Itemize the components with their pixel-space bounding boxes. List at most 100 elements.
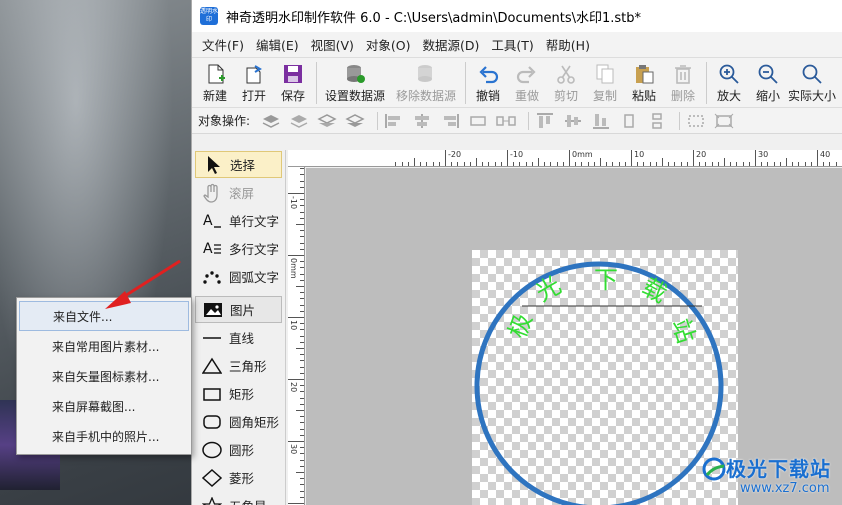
copy-button[interactable]: 复制: [586, 62, 624, 104]
ruler-tick: [288, 379, 304, 380]
watermark-design: 极 光 下 载 站: [474, 261, 724, 505]
save-button[interactable]: 保存: [274, 62, 312, 104]
single-text-icon: A: [201, 211, 223, 231]
new-file-icon: [202, 62, 228, 86]
site-watermark-url: www.xz7.com: [740, 481, 830, 496]
tool-arc-text[interactable]: 圆弧文字: [195, 263, 282, 290]
tool-multi-text[interactable]: A 多行文字: [195, 235, 282, 262]
align-bottom-icon[interactable]: [590, 112, 612, 130]
set-datasource-button[interactable]: 设置数据源: [320, 62, 390, 104]
align-center-icon[interactable]: [411, 112, 433, 130]
align-right-icon[interactable]: [439, 112, 461, 130]
triangle-icon: [201, 356, 223, 376]
same-size-icon[interactable]: [713, 112, 735, 130]
ruler-label: 20: [696, 150, 707, 159]
remove-datasource-button[interactable]: 移除数据源: [391, 62, 461, 104]
ruler-tick: [300, 242, 304, 244]
menu-view[interactable]: 视图(V): [305, 35, 360, 54]
ruler-tick: [300, 279, 304, 281]
vertical-spacing-icon[interactable]: [646, 112, 668, 130]
zoom-out-button[interactable]: 缩小: [749, 62, 787, 104]
tool-scroll[interactable]: 滚屏: [195, 179, 282, 206]
tool-select[interactable]: 选择: [195, 151, 282, 178]
same-width-icon[interactable]: [685, 112, 707, 130]
menu-datasource[interactable]: 数据源(D): [417, 35, 486, 54]
tool-ellipse[interactable]: 圆形: [195, 436, 282, 463]
equal-spacing-icon[interactable]: [495, 112, 517, 130]
ruler-tick: [300, 447, 304, 449]
ruler-tick: [300, 385, 304, 387]
open-button[interactable]: 打开: [235, 62, 273, 104]
bring-forward-icon[interactable]: [288, 112, 310, 130]
ruler-tick: [779, 162, 781, 166]
ruler-tick: [767, 162, 769, 166]
objbar-separator: [377, 111, 379, 130]
ruler-tick: [288, 255, 304, 256]
cut-button[interactable]: 剪切: [547, 62, 585, 104]
ruler-tick: [655, 162, 657, 166]
ruler-tick: [414, 158, 415, 166]
bring-to-front-icon[interactable]: [260, 112, 282, 130]
tool-line[interactable]: 直线: [195, 324, 282, 351]
vertical-ruler: -10 0mm 10 20 30: [288, 167, 305, 505]
tool-pentagram[interactable]: 五角星: [195, 492, 282, 505]
ruler-tick: [792, 162, 794, 166]
tool-image[interactable]: 图片: [195, 296, 282, 323]
menu-from-common-images[interactable]: 来自常用图片素材...: [19, 331, 189, 361]
menu-edit[interactable]: 编辑(E): [250, 35, 305, 54]
set-datasource-label: 设置数据源: [324, 89, 385, 103]
annotation-arrow: [105, 259, 181, 309]
ruler-tick: [469, 162, 471, 166]
ruler-label: -10: [510, 150, 524, 159]
delete-button[interactable]: 删除: [664, 62, 702, 104]
new-button[interactable]: 新建: [196, 62, 234, 104]
stamp-char: 载: [637, 273, 671, 309]
tool-multi-text-label: 多行文字: [229, 242, 280, 257]
ruler-tick: [296, 348, 304, 349]
send-to-back-icon[interactable]: [344, 112, 366, 130]
ruler-tick: [300, 496, 304, 498]
align-top-icon[interactable]: [534, 112, 556, 130]
ruler-tick: [300, 490, 304, 492]
ruler-tick: [606, 162, 608, 166]
tool-rectangle[interactable]: 矩形: [195, 380, 282, 407]
redo-button[interactable]: 重做: [508, 62, 546, 104]
menu-from-vector-icons[interactable]: 来自矢量图标素材...: [19, 361, 189, 391]
ruler-tick: [300, 360, 304, 362]
tool-rounded-rect[interactable]: 圆角矩形: [195, 408, 282, 435]
tool-single-text[interactable]: A 单行文字: [195, 207, 282, 234]
zoom-out-icon: [755, 62, 781, 86]
align-middle-icon[interactable]: [562, 112, 584, 130]
ruler-tick: [438, 162, 440, 166]
tool-diamond[interactable]: 菱形: [195, 464, 282, 491]
distribute-vertical-icon[interactable]: [618, 112, 640, 130]
ruler-tick: [300, 341, 304, 343]
copy-label: 复制: [592, 89, 617, 103]
undo-button[interactable]: 撤销: [469, 62, 507, 104]
scissors-icon: [553, 62, 579, 86]
ruler-tick: [395, 162, 397, 166]
toolbar-separator: [465, 62, 466, 104]
menu-object[interactable]: 对象(O): [360, 35, 417, 54]
open-file-icon: [241, 62, 267, 86]
database-remove-icon: [413, 62, 439, 86]
zoom-in-button[interactable]: 放大: [710, 62, 748, 104]
paste-button[interactable]: 粘贴: [625, 62, 663, 104]
ruler-tick: [798, 162, 800, 166]
watermark-paper[interactable]: 极 光 下 载 站: [472, 250, 738, 505]
distribute-horizontal-icon[interactable]: [467, 112, 489, 130]
menu-file[interactable]: 文件(F): [196, 35, 250, 54]
align-left-icon[interactable]: [383, 112, 405, 130]
menu-tools[interactable]: 工具(T): [485, 35, 539, 54]
ruler-tick: [300, 416, 304, 418]
stamp-circle: [474, 261, 724, 505]
stamp-char: 下: [594, 266, 618, 294]
menu-help[interactable]: 帮助(H): [540, 35, 596, 54]
new-label: 新建: [202, 89, 227, 103]
menu-from-phone-photos[interactable]: 来自手机中的照片...: [19, 421, 189, 451]
ruler-tick: [300, 434, 304, 436]
tool-triangle[interactable]: 三角形: [195, 352, 282, 379]
actual-size-button[interactable]: 实际大小: [788, 62, 836, 104]
menu-from-screenshot[interactable]: 来自屏幕截图...: [19, 391, 189, 421]
send-backward-icon[interactable]: [316, 112, 338, 130]
